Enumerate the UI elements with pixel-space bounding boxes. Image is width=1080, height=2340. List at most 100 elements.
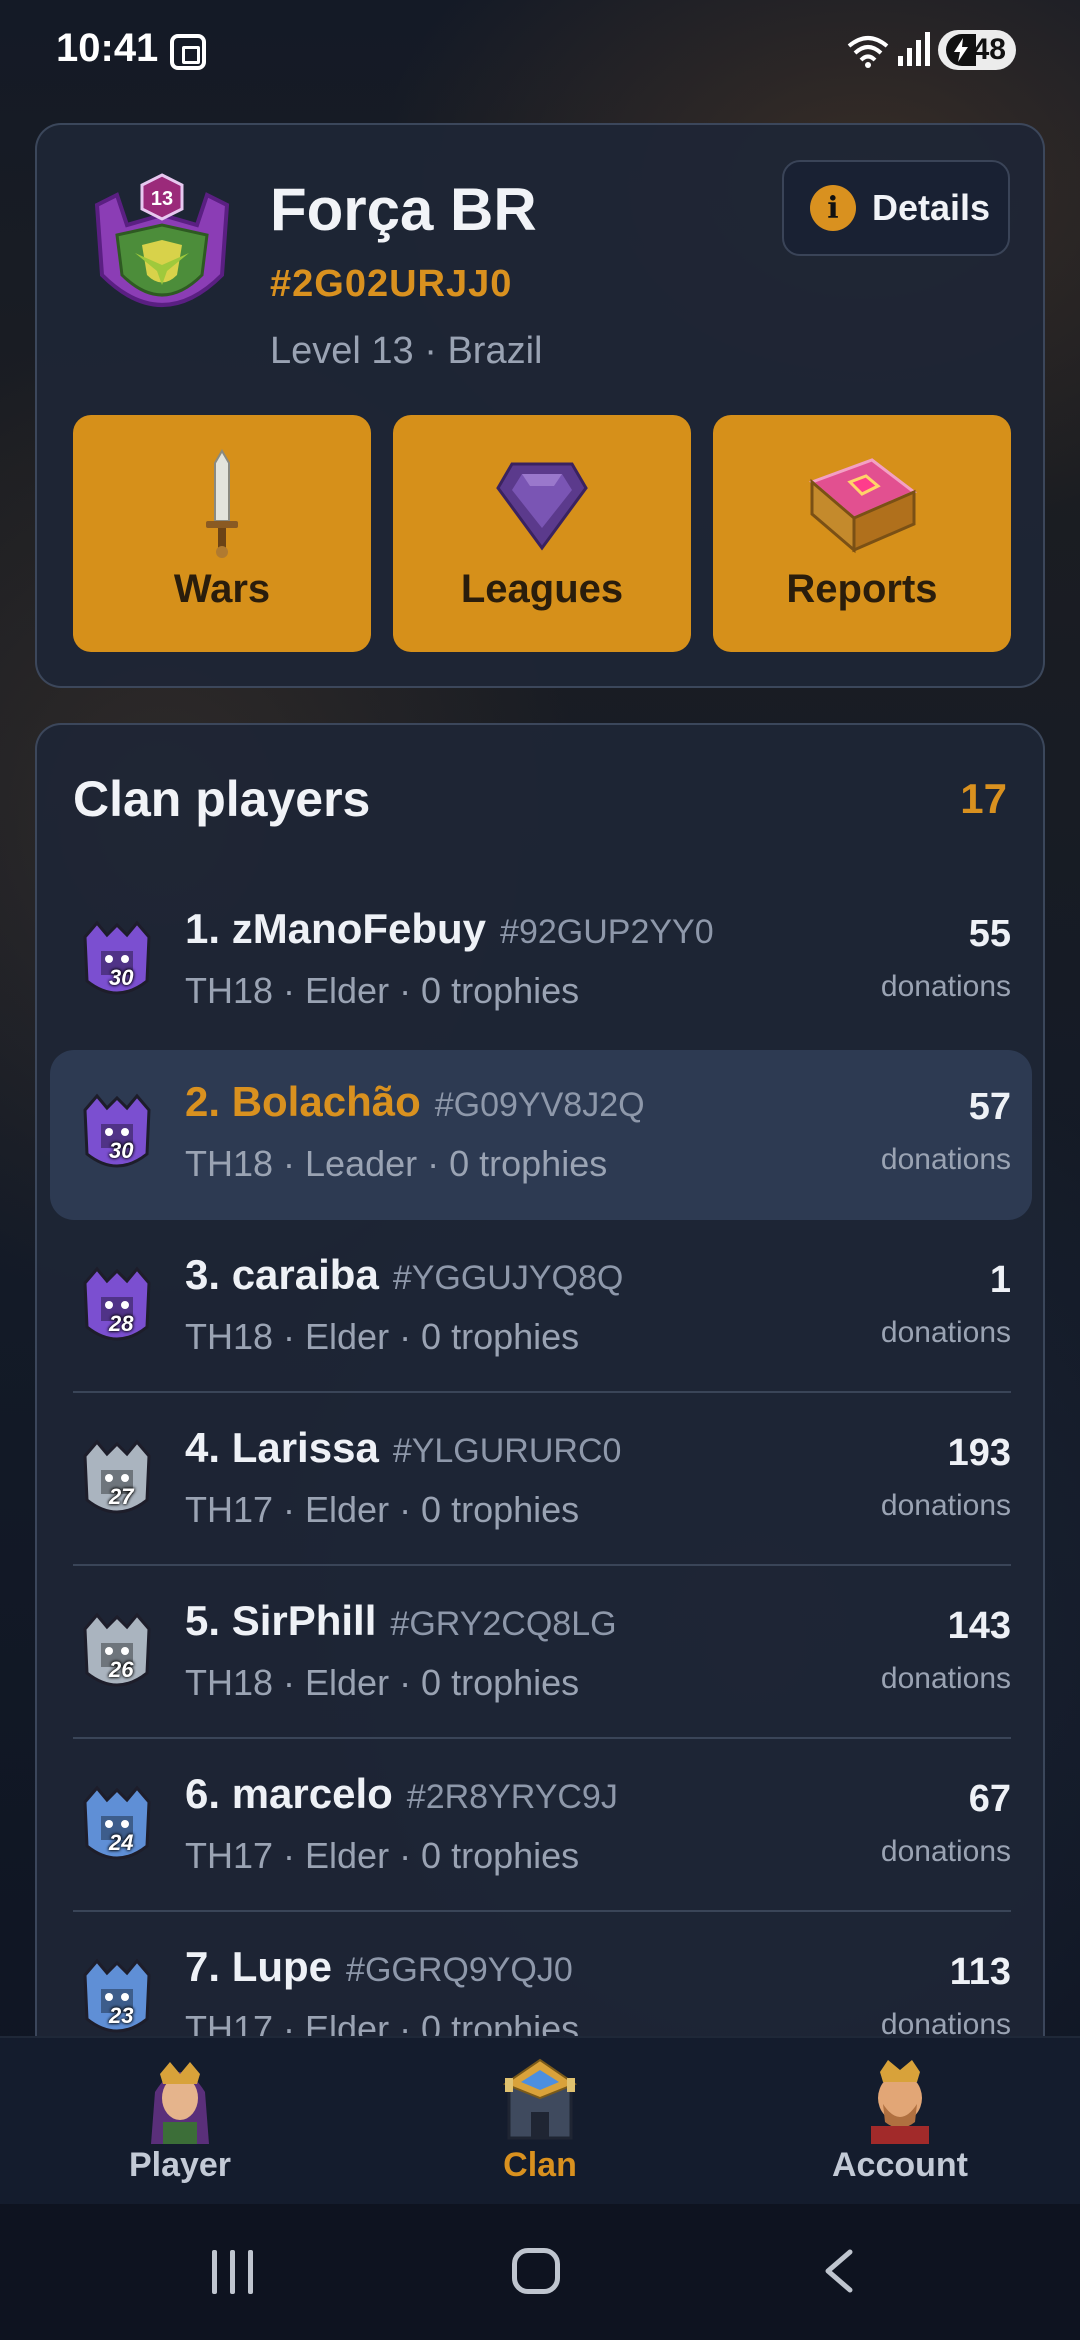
reports-button[interactable]: Reports [713, 415, 1011, 652]
player-name-text: 6. marcelo [185, 1770, 393, 1817]
wars-label: Wars [173, 567, 271, 611]
league-shield-icon [496, 462, 588, 551]
nav-clan[interactable]: Clan [390, 2038, 690, 2206]
player-name: 7. Lupe #GGRQ9YQJ0 [185, 1943, 573, 1991]
clan-castle-icon [502, 2058, 578, 2140]
donation-count: 57 [968, 1086, 1011, 1128]
clan-tag[interactable]: #2G02URJJ0 [270, 263, 512, 306]
nav-clan-label: Clan [503, 2146, 577, 2184]
player-tag: #G09YV8J2Q [434, 1086, 645, 1124]
recent-apps-button[interactable] [210, 2250, 256, 2294]
clan-badge-icon: 13 [94, 173, 230, 307]
screenshot-icon [170, 34, 206, 70]
bottom-navigation: Player Clan Account [0, 2036, 1080, 2204]
donation-count: 143 [947, 1605, 1011, 1647]
player-tag: #GRY2CQ8LG [390, 1605, 617, 1643]
player-name-text: 2. Bolachão [185, 1078, 421, 1125]
player-tag: #GGRQ9YQJ0 [346, 1951, 573, 1989]
info-icon: i [810, 185, 856, 231]
player-meta: TH18 · Leader · 0 trophies [185, 1143, 608, 1184]
clan-name: Força BR [270, 176, 537, 243]
wifi-icon [847, 36, 889, 68]
town-hall-level: 30 [109, 1138, 134, 1163]
player-row[interactable]: 24 6. marcelo #2R8YRYC9J TH17 · Elder · 0 t… [37, 1740, 1043, 1912]
donation-count: 55 [968, 913, 1011, 955]
clan-players-count: 17 [960, 775, 1007, 822]
donation-count: 1 [989, 1259, 1011, 1301]
row-divider [73, 1564, 1011, 1566]
donation-count: 67 [968, 1778, 1011, 1820]
town-hall-level: 26 [109, 1657, 134, 1682]
clan-meta: Level 13 · Brazil [270, 330, 543, 372]
barbarian-king-icon [871, 2060, 929, 2144]
donation-label: donations [880, 1662, 1011, 1695]
row-divider [73, 1737, 1011, 1739]
player-row[interactable]: 27 4. Larissa #YLGURURC0 TH17 · Elder · 0 t… [37, 1394, 1043, 1566]
town-hall-level: 23 [109, 2003, 134, 2028]
player-name: 4. Larissa #YLGURURC0 [185, 1424, 621, 1472]
back-button[interactable] [822, 2248, 854, 2294]
player-tag: #YGGUJYQ8Q [392, 1259, 624, 1297]
selected-row-highlight [50, 1050, 1032, 1220]
player-name-text: 5. SirPhill [185, 1597, 377, 1644]
wars-button[interactable]: Wars [73, 415, 371, 652]
charging-icon [946, 34, 976, 66]
donation-label: donations [880, 1316, 1011, 1349]
clan-players-title: Clan players [73, 771, 371, 827]
reports-label: Reports [786, 567, 938, 611]
player-row[interactable]: 30 2. Bolachão #G09YV8J2Q TH18 · Leader · 0… [37, 1048, 1043, 1220]
player-meta: TH18 · Elder · 0 trophies [185, 1662, 580, 1703]
signal-icon [898, 32, 930, 66]
row-divider [73, 1391, 1011, 1393]
nav-player-label: Player [128, 2146, 232, 2184]
status-bar: 10:41 48 [0, 0, 1080, 100]
battery-level: 48 [972, 33, 1006, 66]
player-meta: TH18 · Elder · 0 trophies [185, 1316, 580, 1357]
clan-level-badge: 13 [151, 188, 173, 210]
clan-header-card: 13 Força BR #2G02URJJ0 Level 13 · Brazil… [35, 123, 1045, 688]
player-name: 5. SirPhill #GRY2CQ8LG [185, 1597, 617, 1645]
player-row[interactable]: 28 3. caraiba #YGGUJYQ8Q TH18 · Elder · 0 t… [37, 1221, 1043, 1393]
player-name-text: 4. Larissa [185, 1424, 379, 1471]
player-tag: #YLGURURC0 [392, 1432, 622, 1470]
player-tag: #92GUP2YY0 [500, 913, 714, 951]
row-divider [73, 1910, 1011, 1912]
town-hall-level: 28 [109, 1311, 134, 1336]
leagues-label: Leagues [460, 567, 624, 611]
player-name-text: 3. caraiba [185, 1251, 379, 1298]
town-hall-level: 30 [109, 965, 134, 990]
donation-label: donations [880, 1835, 1011, 1868]
nav-account[interactable]: Account [750, 2038, 1050, 2206]
player-meta: TH17 · Elder · 0 trophies [185, 1835, 580, 1876]
player-tag: #2R8YRYC9J [406, 1778, 618, 1816]
details-label: Details [872, 187, 991, 228]
town-hall-level: 27 [109, 1484, 134, 1509]
nav-player[interactable]: Player [30, 2038, 330, 2206]
player-name: 3. caraiba #YGGUJYQ8Q [185, 1251, 623, 1299]
player-name-text: 7. Lupe [185, 1943, 333, 1990]
player-meta: TH18 · Elder · 0 trophies [185, 970, 580, 1011]
town-hall-level: 24 [109, 1830, 134, 1855]
player-name: 2. Bolachão #G09YV8J2Q [185, 1078, 645, 1126]
player-name: 1. zManoFebuy #92GUP2YY0 [185, 905, 714, 953]
player-meta: TH17 · Elder · 0 trophies [185, 1489, 580, 1530]
details-button[interactable]: i Details [782, 160, 1010, 256]
sword-icon [206, 449, 238, 558]
player-name-text: 1. zManoFebuy [185, 905, 487, 952]
home-button[interactable] [512, 2248, 560, 2294]
status-time: 10:41 [56, 26, 159, 70]
player-row[interactable]: 26 5. SirPhill #GRY2CQ8LG TH18 · Elder · 0 … [37, 1567, 1043, 1739]
leagues-button[interactable]: Leagues [393, 415, 691, 652]
system-navigation-bar [0, 2204, 1080, 2340]
donation-label: donations [880, 1489, 1011, 1522]
donation-count: 193 [947, 1432, 1011, 1474]
book-icon [809, 458, 917, 554]
nav-account-label: Account [832, 2146, 968, 2184]
archer-queen-icon [151, 2062, 209, 2144]
donation-label: donations [880, 970, 1011, 1003]
battery-indicator: 48 [938, 30, 1016, 70]
donation-count: 113 [949, 1951, 1011, 1993]
player-row[interactable]: 30 1. zManoFebuy #92GUP2YY0 TH18 · Elder · … [37, 875, 1043, 1047]
donation-label: donations [880, 1143, 1011, 1176]
player-name: 6. marcelo #2R8YRYC9J [185, 1770, 618, 1818]
